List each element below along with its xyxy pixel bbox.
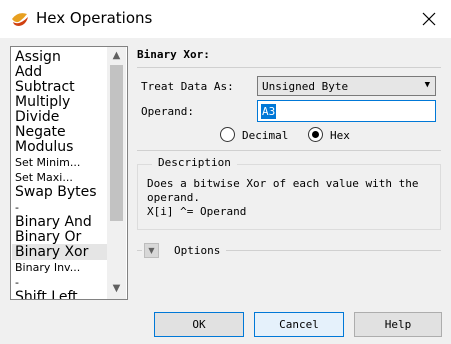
help-button[interactable]: Help (354, 312, 442, 337)
list-item[interactable]: Shift Left (15, 289, 78, 299)
list-item[interactable]: Binary And (15, 214, 92, 230)
chevron-down-icon: ▼ (424, 80, 430, 90)
list-item[interactable]: - (15, 276, 19, 289)
operand-input[interactable]: A3 (257, 100, 436, 122)
treat-data-select[interactable]: Unsigned Byte ▼ (257, 76, 436, 96)
list-item[interactable]: Set Minim... (15, 156, 80, 169)
radio-selected-dot (312, 131, 319, 138)
list-item[interactable]: Multiply (15, 94, 70, 110)
radio-decimal-label[interactable]: Decimal (242, 129, 288, 142)
description-line: operand. (147, 191, 200, 204)
list-item[interactable]: - (15, 201, 19, 214)
radio-hex[interactable] (308, 127, 323, 142)
scroll-up-icon[interactable]: ▲ (110, 49, 123, 63)
options-divider-right (226, 250, 441, 251)
cancel-button[interactable]: Cancel (254, 312, 344, 337)
options-label[interactable]: Options (174, 244, 220, 257)
list-scrollbar[interactable]: ▲ ▼ (107, 47, 126, 299)
list-item[interactable]: Set Maxi... (15, 171, 73, 184)
window-title: Hex Operations (36, 9, 153, 27)
radio-decimal[interactable] (220, 127, 235, 142)
description-line: Does a bitwise Xor of each value with th… (147, 177, 419, 190)
operand-label: Operand: (141, 105, 194, 118)
app-logo-icon (12, 13, 28, 26)
radio-hex-label[interactable]: Hex (330, 129, 350, 142)
list-item[interactable]: Negate (15, 124, 66, 140)
section-divider (137, 67, 441, 68)
divider (137, 150, 441, 151)
section-title: Binary Xor: (137, 48, 210, 61)
list-item[interactable]: Subtract (15, 79, 75, 95)
list-item[interactable]: Add (15, 64, 42, 80)
treat-data-label: Treat Data As: (141, 80, 234, 93)
close-icon[interactable] (415, 5, 443, 33)
options-divider-left (137, 250, 142, 251)
list-item[interactable]: Binary Or (15, 229, 81, 245)
scroll-thumb[interactable] (110, 65, 123, 221)
expand-options-icon[interactable]: ▼ (144, 243, 159, 258)
description-title: Description (152, 156, 237, 169)
title-bar: Hex Operations (0, 0, 451, 38)
list-item[interactable]: Binary Xor (12, 244, 107, 260)
treat-data-value: Unsigned Byte (262, 80, 349, 93)
description-line: X[i] ^= Operand (147, 205, 247, 218)
list-item[interactable]: Modulus (15, 139, 73, 155)
scroll-down-icon[interactable]: ▼ (110, 282, 123, 296)
list-item[interactable]: Assign (15, 49, 61, 65)
ok-button[interactable]: OK (154, 312, 244, 337)
list-item[interactable]: Divide (15, 109, 59, 125)
list-item[interactable]: Binary Inv... (15, 261, 80, 274)
list-item[interactable]: Swap Bytes (15, 184, 97, 200)
operand-value: A3 (261, 104, 277, 119)
